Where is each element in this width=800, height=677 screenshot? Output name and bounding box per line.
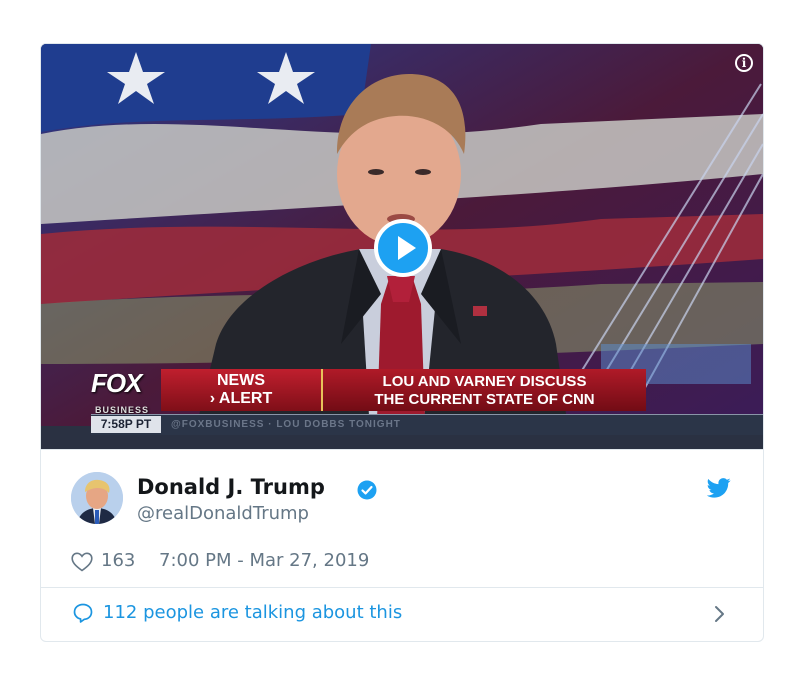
conversation-link[interactable]: 112 people are talking about this — [41, 587, 763, 641]
news-alert-banner: NEWS › ALERT — [161, 369, 321, 411]
headline-line1: LOU AND VARNEY DISCUSS — [382, 373, 587, 390]
tweet-body: Donald J. Trump @realDonaldTrump 163 7:0… — [41, 449, 763, 590]
news-lower-third: FOX BUSINESS NEWS › ALERT LOU AND VARNEY… — [91, 368, 651, 415]
author-name[interactable]: Donald J. Trump — [137, 475, 325, 499]
info-icon[interactable]: i — [735, 54, 753, 72]
play-button[interactable] — [374, 219, 432, 277]
headline-line2: THE CURRENT STATE OF CNN — [374, 391, 595, 408]
ticker-time: 7:58P PT — [91, 416, 161, 433]
fox-logo-text: FOX — [91, 368, 142, 398]
ticker-text: @FOXBUSINESS · LOU DOBBS TONIGHT — [171, 419, 401, 430]
talking-about-this-text[interactable]: 112 people are talking about this — [103, 602, 402, 623]
like-count[interactable]: 163 — [101, 550, 135, 571]
fox-business-logo: FOX BUSINESS — [91, 368, 161, 415]
verified-badge-icon — [357, 480, 377, 500]
author-handle[interactable]: @realDonaldTrump — [137, 503, 309, 524]
news-ticker: 7:58P PT @FOXBUSINESS · LOU DOBBS TONIGH… — [91, 414, 763, 435]
news-alert-line2: › ALERT — [209, 390, 273, 407]
twitter-bird-icon[interactable] — [707, 478, 731, 498]
avatar[interactable] — [71, 472, 123, 524]
chevron-right-icon[interactable] — [713, 604, 727, 624]
speech-bubble-icon — [73, 603, 93, 623]
heart-icon[interactable] — [71, 552, 93, 572]
news-headline: LOU AND VARNEY DISCUSS THE CURRENT STATE… — [321, 369, 646, 411]
news-alert-line1: NEWS — [217, 372, 265, 389]
embedded-tweet-card: i FOX BUSINESS NEWS › ALERT LOU AND VARN… — [40, 43, 764, 642]
tweet-timestamp[interactable]: 7:00 PM - Mar 27, 2019 — [159, 550, 369, 571]
avatar-image — [71, 472, 123, 524]
video-thumbnail[interactable]: i FOX BUSINESS NEWS › ALERT LOU AND VARN… — [41, 44, 763, 449]
